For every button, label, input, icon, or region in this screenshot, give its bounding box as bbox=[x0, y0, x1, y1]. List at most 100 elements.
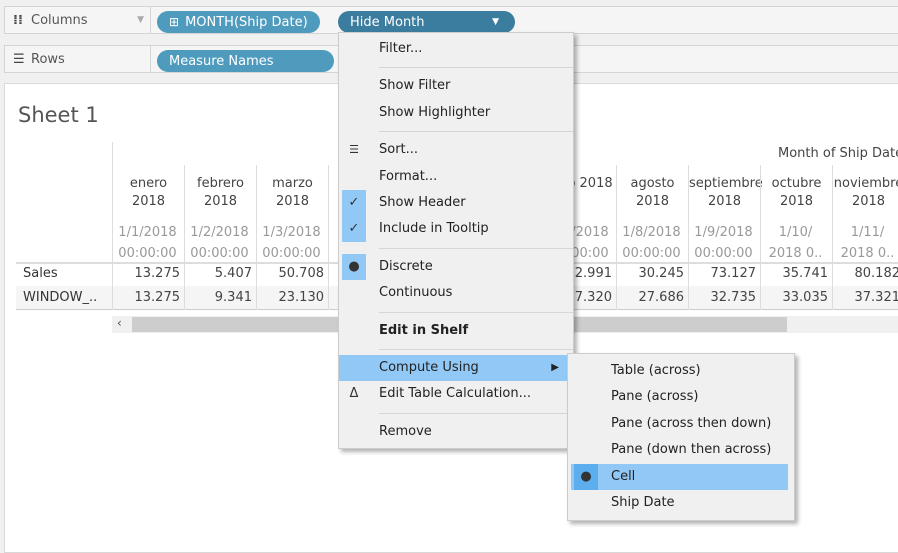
menu-separator bbox=[379, 349, 573, 350]
window-value: 33.035 bbox=[783, 286, 829, 310]
menu-item-show-header[interactable]: ✓ Show Header bbox=[339, 190, 573, 216]
check-icon: ✓ bbox=[342, 190, 366, 216]
sales-value: 30.245 bbox=[639, 262, 685, 286]
menu-separator bbox=[379, 131, 573, 132]
date-header: 1/3/201800:00:00 bbox=[257, 222, 326, 264]
menu-item-continuous[interactable]: Continuous bbox=[339, 280, 573, 306]
date-line: 1/8/2018 bbox=[617, 222, 686, 243]
menu-item-label: Compute Using bbox=[379, 360, 479, 375]
menu-item-label: Pane (across) bbox=[611, 389, 698, 404]
sales-value: 73.127 bbox=[711, 262, 757, 286]
menu-item-remove[interactable]: Remove bbox=[339, 419, 573, 445]
radio-dot-icon: ● bbox=[342, 254, 366, 280]
menu-item-compute-using[interactable]: Compute Using ▶ bbox=[339, 355, 573, 381]
menu-item-format[interactable]: Format... bbox=[339, 164, 573, 190]
measure-names-pill[interactable]: Measure Names bbox=[157, 50, 334, 72]
menu-item-label: Show Highlighter bbox=[379, 105, 490, 120]
menu-item-filter[interactable]: Filter... bbox=[339, 36, 573, 62]
month-ship-date-pill[interactable]: ⊞ MONTH(Ship Date) bbox=[157, 11, 320, 33]
hide-month-pill[interactable]: Hide Month ▼ bbox=[338, 11, 515, 33]
menu-item-show-highlighter[interactable]: Show Highlighter bbox=[339, 100, 573, 126]
month-header: noviembre 2018 bbox=[833, 175, 898, 211]
menu-item-show-filter[interactable]: Show Filter bbox=[339, 73, 573, 99]
window-value: 7.320 bbox=[575, 286, 612, 310]
menu-item-edit-in-shelf[interactable]: Edit in Shelf bbox=[339, 318, 573, 344]
date-header: 1/10/2018 0.. bbox=[761, 222, 830, 264]
month-header: febrero 2018 bbox=[185, 175, 256, 211]
column-9: septiembre 2018 1/9/201800:00:00 73.127 … bbox=[688, 165, 760, 310]
row-label-window: WINDOW_.. bbox=[23, 290, 97, 305]
time-line: 00:00:00 bbox=[185, 243, 254, 264]
menu-item-table-across[interactable]: Table (across) bbox=[571, 358, 788, 384]
menu-item-label: Ship Date bbox=[611, 495, 675, 510]
window-value: 9.341 bbox=[215, 286, 252, 310]
date-line: 1/1/2018 bbox=[113, 222, 182, 243]
window-value: 37.321 bbox=[855, 286, 898, 310]
menu-item-label: Remove bbox=[379, 424, 432, 439]
date-line: 1/11/ bbox=[833, 222, 898, 243]
context-menu: Filter... Show Filter Show Highlighter ☰Sor… bbox=[338, 32, 574, 449]
menu-item-label: Pane (down then across) bbox=[611, 442, 771, 457]
menu-item-discrete[interactable]: ● Discrete bbox=[339, 254, 573, 280]
sort-icon: ☰ bbox=[342, 137, 366, 163]
menu-item-edit-table-calculation[interactable]: ΔEdit Table Calculation... bbox=[339, 381, 573, 407]
menu-item-pane-down-then-across[interactable]: Pane (down then across) bbox=[571, 437, 788, 463]
rows-shelf-label: ☰ Rows bbox=[5, 46, 151, 72]
sheet-title: Sheet 1 bbox=[18, 103, 99, 127]
date-header: 1/11/2018 0.. bbox=[833, 222, 898, 264]
window-value: 27.686 bbox=[639, 286, 685, 310]
date-line: 1/3/2018 bbox=[257, 222, 326, 243]
menu-item-label: Pane (across then down) bbox=[611, 416, 771, 431]
menu-item-label: Continuous bbox=[379, 285, 452, 300]
sales-value: 80.182 bbox=[855, 262, 898, 286]
chevron-down-icon[interactable]: ▼ bbox=[492, 17, 499, 27]
date-line: 1/9/2018 bbox=[689, 222, 758, 243]
time-line: 2018 0.. bbox=[761, 243, 830, 264]
column-10: octubre 2018 1/10/2018 0.. 35.741 33.035 bbox=[760, 165, 832, 310]
radio-dot-icon: ● bbox=[574, 464, 598, 490]
column-header-title: Month of Ship Date bbox=[778, 146, 898, 161]
sales-value: 50.708 bbox=[279, 262, 325, 286]
pill-label: Measure Names bbox=[169, 54, 274, 69]
row-label-sales: Sales bbox=[23, 266, 58, 281]
time-line: 00:00:00 bbox=[689, 243, 758, 264]
menu-item-pane-across-then-down[interactable]: Pane (across then down) bbox=[571, 411, 788, 437]
rows-label: Rows bbox=[31, 52, 65, 67]
menu-item-label: Show Header bbox=[379, 195, 466, 210]
window-value: 13.275 bbox=[135, 286, 181, 310]
expand-icon[interactable]: ⊞ bbox=[169, 15, 179, 29]
menu-separator bbox=[379, 312, 573, 313]
menu-item-ship-date[interactable]: Ship Date bbox=[571, 490, 788, 516]
pill-label: MONTH(Ship Date) bbox=[185, 15, 308, 30]
menu-item-sort[interactable]: ☰Sort... bbox=[339, 137, 573, 163]
submenu-arrow-icon: ▶ bbox=[551, 355, 559, 381]
month-header: marzo 2018 bbox=[257, 175, 328, 211]
month-header: enero 2018 bbox=[113, 175, 184, 211]
month-header: septiembre 2018 bbox=[689, 175, 760, 211]
menu-item-label: Show Filter bbox=[379, 78, 450, 93]
menu-item-label: Table (across) bbox=[611, 363, 701, 378]
menu-item-label: Include in Tooltip bbox=[379, 221, 489, 236]
menu-item-label: Cell bbox=[611, 469, 635, 484]
column-11: noviembre 2018 1/11/2018 0.. 80.182 37.3… bbox=[832, 165, 898, 310]
menu-item-label: Discrete bbox=[379, 259, 433, 274]
menu-separator bbox=[379, 67, 573, 68]
date-header: 1/8/201800:00:00 bbox=[617, 222, 686, 264]
menu-item-cell[interactable]: ● Cell bbox=[571, 464, 788, 490]
window-value: 23.130 bbox=[279, 286, 325, 310]
time-line: 00:00:00 bbox=[113, 243, 182, 264]
menu-item-label: Filter... bbox=[379, 41, 422, 56]
column-2: febrero 2018 1/2/201800:00:00 5.407 9.34… bbox=[184, 165, 256, 310]
pill-label: Hide Month bbox=[350, 15, 425, 30]
scroll-left-icon[interactable]: ‹ bbox=[117, 316, 122, 330]
menu-item-pane-across[interactable]: Pane (across) bbox=[571, 384, 788, 410]
columns-icon: ⁞⁞ bbox=[13, 13, 31, 28]
date-header: 1/1/201800:00:00 bbox=[113, 222, 182, 264]
columns-label: Columns bbox=[31, 13, 88, 28]
check-icon: ✓ bbox=[342, 216, 366, 242]
menu-item-include-in-tooltip[interactable]: ✓ Include in Tooltip bbox=[339, 216, 573, 242]
date-line: 1/2/2018 bbox=[185, 222, 254, 243]
column-1: enero 2018 1/1/201800:00:00 13.275 13.27… bbox=[112, 165, 184, 310]
compute-using-submenu: Table (across) Pane (across) Pane (across … bbox=[567, 353, 795, 521]
chevron-down-icon[interactable]: ▼ bbox=[137, 15, 144, 25]
